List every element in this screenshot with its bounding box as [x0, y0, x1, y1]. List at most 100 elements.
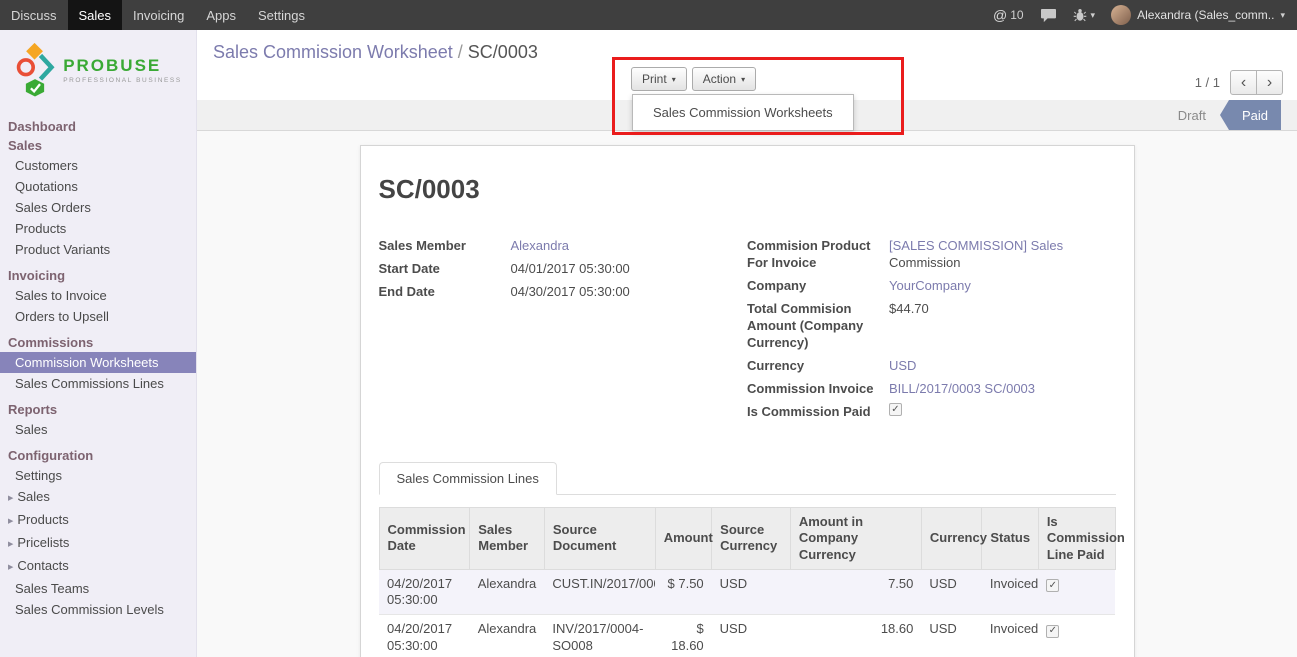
action-button-label: Action	[703, 72, 736, 86]
sidebar-item-products[interactable]: Products	[0, 218, 196, 239]
debug-menu-button[interactable]: ▾	[1073, 8, 1096, 22]
bug-icon	[1073, 8, 1087, 22]
tab-sales-commission-lines[interactable]: Sales Commission Lines	[379, 462, 557, 495]
dropdown-item-sales-commission-worksheets[interactable]: Sales Commission Worksheets	[633, 99, 853, 126]
sidebar-item-config-pricelists[interactable]: ▶Pricelists	[0, 532, 196, 555]
sidebar-item-quotations[interactable]: Quotations	[0, 176, 196, 197]
caret-down-icon: ▾	[741, 75, 745, 84]
app-logo: PROBUSE PROFESSIONAL BUSINESS	[0, 30, 196, 105]
pager-prev-button[interactable]: ‹	[1230, 70, 1257, 95]
avatar	[1111, 5, 1131, 25]
cell-source-currency: USD	[712, 569, 791, 615]
sidebar-item-sales-commissions-lines[interactable]: Sales Commissions Lines	[0, 373, 196, 394]
sidebar-header-configuration[interactable]: Configuration	[0, 446, 196, 465]
record-title: SC/0003	[379, 174, 1116, 205]
mention-count: 10	[1010, 8, 1023, 22]
total-commission-label: Total Commision Amount (Company Currency…	[747, 300, 889, 351]
message-bubble-icon	[1040, 8, 1057, 23]
commission-invoice-field: Commission Invoice BILL/2017/0003 SC/000…	[747, 380, 1116, 397]
nav-item-sales[interactable]: Sales	[68, 0, 123, 30]
col-currency: Currency	[921, 508, 981, 570]
currency-link[interactable]: USD	[889, 357, 916, 374]
sidebar-item-sales-orders[interactable]: Sales Orders	[0, 197, 196, 218]
print-button[interactable]: Print ▾ Sales Commission Worksheets	[631, 67, 687, 91]
cell-sales-member: Alexandra	[470, 615, 545, 657]
sidebar-item-settings[interactable]: Settings	[0, 465, 196, 486]
sidebar-menu: Dashboard Sales Customers Quotations Sal…	[0, 105, 196, 620]
commission-lines-table: Commission Date Sales Member Source Docu…	[379, 507, 1116, 657]
breadcrumb: Sales Commission Worksheet / SC/0003	[213, 42, 538, 63]
col-amount-company-currency: Amount in Company Currency	[790, 508, 921, 570]
statusbar-state-paid[interactable]: Paid	[1229, 100, 1281, 130]
messages-button[interactable]	[1040, 8, 1057, 23]
sidebar-item-reports-sales[interactable]: Sales	[0, 419, 196, 440]
company-label: Company	[747, 277, 889, 294]
sidebar-header-invoicing[interactable]: Invoicing	[0, 266, 196, 285]
sidebar-item-config-sales[interactable]: ▶Sales	[0, 486, 196, 509]
sales-member-label: Sales Member	[379, 237, 511, 254]
form-fields: Sales Member Alexandra Start Date 04/01/…	[379, 237, 1116, 426]
mentions-button[interactable]: @ 10	[993, 7, 1024, 23]
sidebar-item-commission-worksheets[interactable]: Commission Worksheets	[0, 352, 196, 373]
at-icon: @	[993, 7, 1007, 23]
nav-item-apps[interactable]: Apps	[195, 0, 247, 30]
pager-count: 1 / 1	[1195, 75, 1220, 90]
cell-amount-company: 18.60	[790, 615, 921, 657]
statusbar-state-draft[interactable]: Draft	[1165, 100, 1219, 130]
statusbar: Draft Paid	[1165, 100, 1281, 130]
col-amount: Amount	[655, 508, 711, 570]
sidebar-item-orders-to-upsell[interactable]: Orders to Upsell	[0, 306, 196, 327]
breadcrumb-current: SC/0003	[468, 42, 538, 62]
breadcrumb-parent-link[interactable]: Sales Commission Worksheet	[213, 42, 453, 62]
action-button[interactable]: Action ▾	[692, 67, 756, 91]
sidebar-item-product-variants[interactable]: Product Variants	[0, 239, 196, 260]
start-date-value: 04/01/2017 05:30:00	[511, 260, 630, 277]
sidebar-item-config-contacts[interactable]: ▶Contacts	[0, 555, 196, 578]
col-commission-date: Commission Date	[379, 508, 470, 570]
user-menu[interactable]: Alexandra (Sales_comm.. ▾	[1111, 5, 1285, 25]
sales-member-field: Sales Member Alexandra	[379, 237, 748, 254]
nav-item-settings[interactable]: Settings	[247, 0, 316, 30]
sidebar-header-commissions[interactable]: Commissions	[0, 333, 196, 352]
cell-sales-member: Alexandra	[470, 569, 545, 615]
cell-currency: USD	[921, 569, 981, 615]
nav-item-invoicing[interactable]: Invoicing	[122, 0, 195, 30]
nav-item-discuss[interactable]: Discuss	[0, 0, 68, 30]
pager-next-button[interactable]: ›	[1256, 70, 1283, 95]
check-icon: ✓	[1049, 626, 1057, 636]
logo-title: PROBUSE	[63, 57, 182, 74]
user-name: Alexandra (Sales_comm..	[1137, 8, 1274, 22]
cell-currency: USD	[921, 615, 981, 657]
cell-line-paid: ✓	[1038, 615, 1115, 657]
chevron-left-icon: ‹	[1241, 74, 1246, 92]
sidebar-item-dashboard[interactable]: Dashboard	[0, 117, 196, 136]
company-link[interactable]: YourCompany	[889, 277, 971, 294]
cell-source-document: INV/2017/0004-SO008	[544, 615, 655, 657]
sidebar-item-sales-to-invoice[interactable]: Sales to Invoice	[0, 285, 196, 306]
sales-member-link[interactable]: Alexandra	[511, 237, 570, 254]
end-date-label: End Date	[379, 283, 511, 300]
start-date-field: Start Date 04/01/2017 05:30:00	[379, 260, 748, 277]
cell-source-currency: USD	[712, 615, 791, 657]
expand-caret-icon: ▶	[8, 564, 13, 571]
caret-down-icon: ▾	[1280, 10, 1285, 21]
sidebar-item-config-products[interactable]: ▶Products	[0, 509, 196, 532]
breadcrumb-separator: /	[458, 42, 463, 62]
commission-invoice-label: Commission Invoice	[747, 380, 889, 397]
commission-invoice-link[interactable]: BILL/2017/0003 SC/0003	[889, 380, 1035, 397]
sidebar-header-reports[interactable]: Reports	[0, 400, 196, 419]
expand-caret-icon: ▶	[8, 495, 13, 502]
sidebar-header-sales[interactable]: Sales	[0, 136, 196, 155]
expand-caret-icon: ▶	[8, 541, 13, 548]
sidebar-item-sales-teams[interactable]: Sales Teams	[0, 578, 196, 599]
expand-caret-icon: ▶	[8, 518, 13, 525]
commission-product-link[interactable]: [SALES COMMISSION] Sales	[889, 237, 1063, 254]
sidebar-item-customers[interactable]: Customers	[0, 155, 196, 176]
table-row[interactable]: 04/20/2017 05:30:00 Alexandra INV/2017/0…	[379, 615, 1115, 657]
pager: 1 / 1 ‹ ›	[1195, 70, 1283, 95]
table-row[interactable]: 04/20/2017 05:30:00 Alexandra CUST.IN/20…	[379, 569, 1115, 615]
start-date-label: Start Date	[379, 260, 511, 277]
sidebar-item-sales-commission-levels[interactable]: Sales Commission Levels	[0, 599, 196, 620]
top-navbar: Discuss Sales Invoicing Apps Settings @ …	[0, 0, 1297, 30]
toolbar: Print ▾ Sales Commission Worksheets Acti…	[631, 67, 756, 91]
